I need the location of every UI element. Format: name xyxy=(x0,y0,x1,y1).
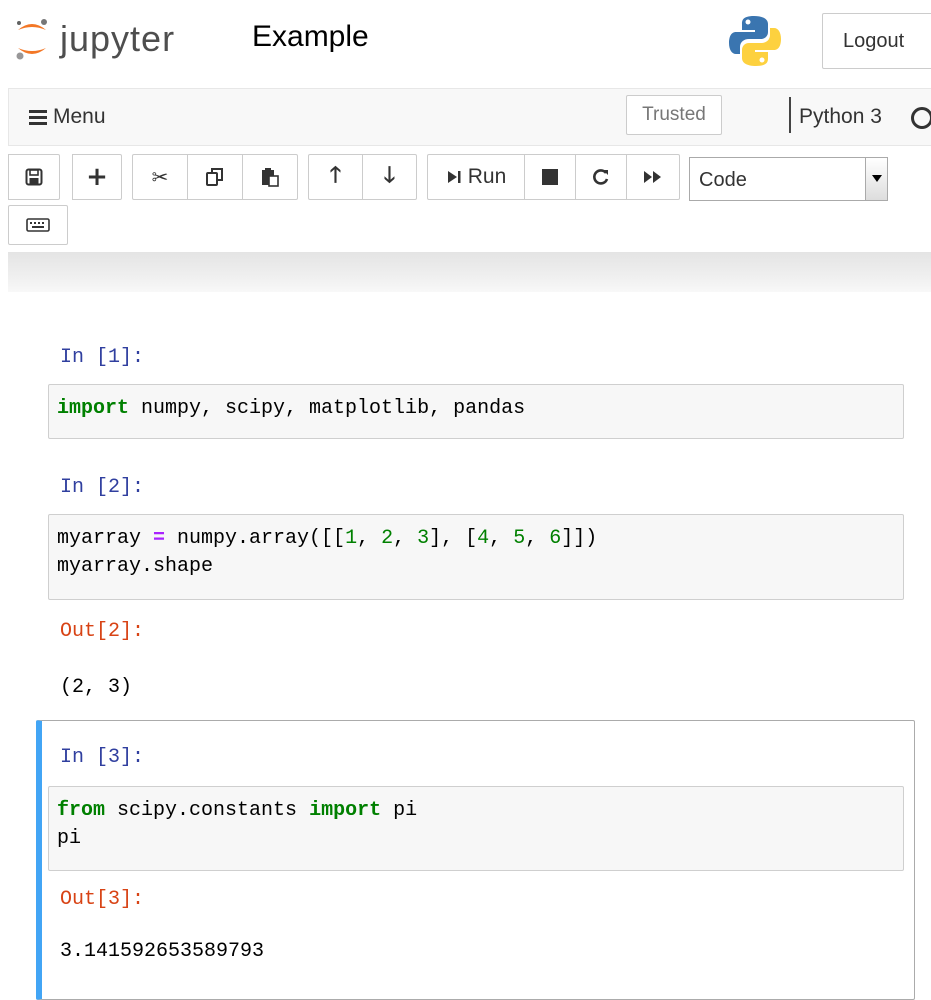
cell-2-output: (2, 3) xyxy=(60,676,133,699)
run-button[interactable]: Run xyxy=(427,154,525,200)
code-text: scipy.constants xyxy=(105,799,310,822)
hamburger-icon xyxy=(29,107,47,128)
menubar: Menu Trusted Python 3 xyxy=(8,88,931,146)
toolbar-shadow xyxy=(8,252,931,292)
code-number: 3 xyxy=(417,527,430,550)
code-number: 1 xyxy=(345,527,358,550)
run-label: Run xyxy=(467,165,507,188)
code-keyword: from xyxy=(57,799,106,822)
code-text: , xyxy=(525,527,550,550)
cell-2-out-prompt: Out[2]: xyxy=(60,620,145,643)
cell-2-input[interactable]: myarray = numpy.array([[1, 2, 3], [4, 5,… xyxy=(48,514,904,600)
interrupt-button[interactable] xyxy=(524,154,576,200)
toolbar-edit-group: ✂ xyxy=(132,154,298,200)
menu-label: Menu xyxy=(53,105,106,128)
jupyter-logo[interactable]: jupyter xyxy=(14,14,175,64)
code-number: 2 xyxy=(381,527,394,550)
code-operator: = xyxy=(153,527,166,550)
code-text: numpy.array([[ xyxy=(165,527,346,550)
keyboard-icon xyxy=(26,218,50,232)
cell-3-input[interactable]: from scipy.constants import pi pi xyxy=(48,786,904,871)
cell-1-input[interactable]: import numpy, scipy, matplotlib, pandas xyxy=(48,384,904,439)
stop-icon xyxy=(542,169,558,185)
code-line: pi xyxy=(57,825,895,853)
code-keyword: import xyxy=(57,397,130,420)
run-icon xyxy=(447,171,461,183)
toolbar-insert-group: + xyxy=(72,154,122,200)
paste-icon xyxy=(262,168,279,187)
cell-2-in-prompt: In [2]: xyxy=(60,476,145,499)
python-logo-icon xyxy=(728,14,782,73)
code-line: from scipy.constants import pi xyxy=(57,797,895,825)
cell-1-in-prompt: In [1]: xyxy=(60,346,145,369)
code-line: myarray = numpy.array([[1, 2, 3], [4, 5,… xyxy=(57,525,895,553)
code-text: numpy, scipy, matplotlib, pandas xyxy=(129,397,526,420)
logout-button[interactable]: Logout xyxy=(822,13,931,69)
toolbar-move-group: 🡑 🡓 xyxy=(308,154,417,200)
kernel-name[interactable]: Python 3 xyxy=(799,105,882,129)
move-up-button[interactable]: 🡑 xyxy=(308,154,363,200)
kernel-separator xyxy=(789,97,791,133)
code-number: 5 xyxy=(513,527,526,550)
cell-3-in-prompt: In [3]: xyxy=(60,746,145,769)
command-palette-button[interactable] xyxy=(8,205,68,245)
logo-text: jupyter xyxy=(60,18,176,59)
code-text: ]]) xyxy=(561,527,598,550)
code-text: ], [ xyxy=(429,527,478,550)
code-text: , xyxy=(489,527,514,550)
save-button[interactable] xyxy=(8,154,60,200)
cut-icon: ✂ xyxy=(151,165,169,189)
code-text: pi xyxy=(381,799,418,822)
code-text: , xyxy=(357,527,382,550)
menu-button[interactable]: Menu xyxy=(29,105,106,129)
notebook-title[interactable]: Example xyxy=(252,20,369,54)
cell-type-value: Code xyxy=(699,169,747,191)
code-text: myarray xyxy=(57,527,154,550)
code-number: 4 xyxy=(477,527,490,550)
arrow-down-icon: 🡓 xyxy=(383,163,396,188)
toolbar-run-group: Run xyxy=(427,154,680,200)
cell-3-output: 3.141592653589793 xyxy=(60,940,265,963)
paste-button[interactable] xyxy=(242,154,298,200)
insert-cell-button[interactable]: + xyxy=(72,154,122,200)
cell-type-select[interactable]: Code xyxy=(689,157,888,201)
kernel-status-icon xyxy=(911,107,931,129)
fast-forward-icon xyxy=(644,171,661,183)
code-line: myarray.shape xyxy=(57,553,895,581)
code-text: pi xyxy=(57,827,82,850)
restart-run-all-button[interactable] xyxy=(626,154,680,200)
copy-button[interactable] xyxy=(187,154,243,200)
header: jupyter Example Logout xyxy=(0,0,931,86)
toolbar-save-group xyxy=(8,154,60,200)
trusted-indicator[interactable]: Trusted xyxy=(626,95,722,135)
copy-icon xyxy=(206,168,223,186)
restart-icon xyxy=(593,169,609,185)
save-icon xyxy=(25,168,43,186)
arrow-up-icon: 🡑 xyxy=(329,163,342,188)
move-down-button[interactable]: 🡓 xyxy=(362,154,417,200)
code-number: 6 xyxy=(549,527,562,550)
restart-button[interactable] xyxy=(575,154,627,200)
jupyter-logo-icon xyxy=(16,19,47,60)
code-text: myarray.shape xyxy=(57,555,214,578)
cell-3-out-prompt: Out[3]: xyxy=(60,888,145,911)
code-text: , xyxy=(393,527,418,550)
chevron-down-icon xyxy=(865,158,887,200)
code-line: import numpy, scipy, matplotlib, pandas xyxy=(57,395,895,423)
cut-button[interactable]: ✂ xyxy=(132,154,188,200)
plus-icon: + xyxy=(86,162,108,192)
code-keyword: import xyxy=(309,799,382,822)
